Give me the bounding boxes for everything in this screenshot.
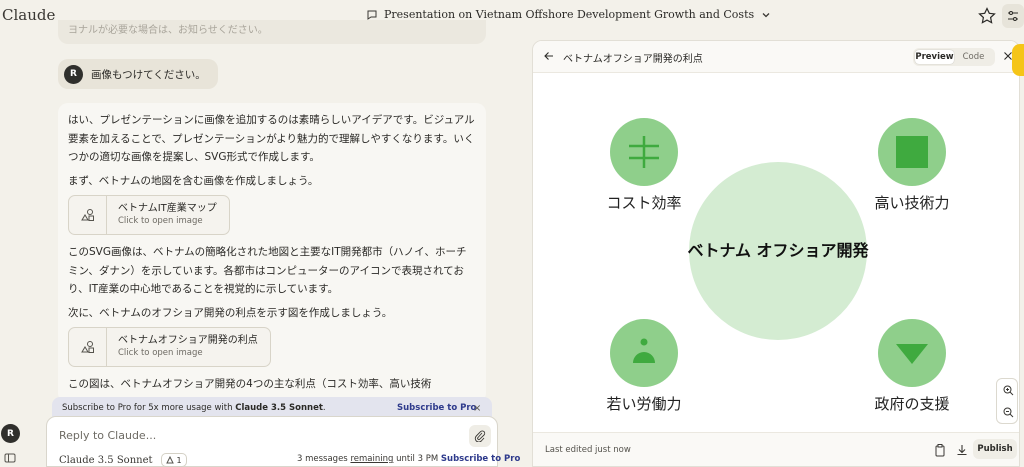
style-count-badge[interactable]: 1 — [160, 453, 187, 467]
upgrade-text: Subscribe to Pro for 5x more usage with … — [62, 403, 326, 413]
settings-button[interactable] — [1002, 4, 1024, 28]
tab-preview[interactable]: Preview — [915, 50, 954, 64]
remaining-suffix: until 3 PM — [393, 454, 439, 464]
triangle-icon — [165, 456, 174, 464]
star-icon[interactable] — [977, 6, 997, 26]
arrow-left-icon[interactable] — [543, 50, 555, 62]
publish-button[interactable]: Publish — [973, 439, 1017, 459]
assistant-message: はい、プレゼンテーションに画像を追加するのは素晴らしいアイデアです。ビジュアル要… — [58, 103, 486, 403]
artifact-card-map[interactable]: ベトナムIT産業マップ Click to open image — [68, 195, 230, 235]
upgrade-text-prefix: Subscribe to Pro for 5x more usage with — [62, 403, 236, 413]
sliders-icon — [1008, 11, 1018, 21]
user-avatar: R — [64, 64, 83, 84]
square-icon — [896, 136, 928, 168]
usage-remaining: 3 messages remaining until 3 PM Subscrib… — [297, 454, 520, 464]
upgrade-model-name: Claude 3.5 Sonnet — [235, 403, 323, 413]
artifact-subtitle: Click to open image — [118, 216, 203, 226]
clipboard-icon[interactable] — [933, 443, 947, 457]
account-avatar[interactable]: R — [1, 424, 20, 443]
subscribe-pro-link[interactable]: Subscribe to Pro — [441, 454, 520, 464]
model-selector[interactable]: Claude 3.5 Sonnet 1 — [59, 453, 187, 467]
attach-button[interactable] — [469, 425, 491, 447]
upgrade-text-suffix: . — [322, 403, 326, 413]
benefit-label-tech: 高い技術力 — [874, 194, 949, 212]
assistant-paragraph: まず、ベトナムの地図を含む画像を作成しましょう。 — [68, 174, 319, 187]
model-name: Claude 3.5 Sonnet — [59, 454, 153, 466]
remaining-link[interactable]: remaining — [350, 454, 393, 464]
assistant-paragraph: 次に、ベトナムのオフショア開発の利点を示す図を作成しましょう。 — [68, 306, 393, 319]
artifact-diagram: ベトナム オフショア開発 コスト効率 高い技術力 若い労働力 政府の支援 — [606, 118, 950, 413]
zoom-out-button[interactable] — [997, 401, 1019, 423]
shapes-icon — [69, 196, 107, 234]
artifact-panel: ベトナムオフショア開発の利点 Preview Code ベトナム オフショア開発… — [532, 40, 1020, 467]
edge-widget[interactable] — [1012, 44, 1024, 76]
user-message-text: 画像もつけてください。 — [91, 68, 206, 81]
download-icon[interactable] — [955, 443, 969, 457]
sidebar-toggle-icon[interactable] — [4, 452, 16, 464]
view-toggle: Preview Code — [913, 48, 995, 66]
assistant-paragraph: はい、プレゼンテーションに画像を追加するのは素晴らしいアイデアです。ビジュアル要… — [68, 114, 475, 163]
tab-code[interactable]: Code — [954, 50, 993, 64]
subscribe-link[interactable]: Subscribe to Pro — [397, 403, 476, 413]
artifact-header: ベトナムオフショア開発の利点 Preview Code — [533, 41, 1019, 73]
count-value: 1 — [176, 455, 182, 465]
chat-column: ヨナルが必要な場合は、お知らせください。 R 画像もつけてください。 はい、プレ… — [0, 0, 520, 467]
close-banner-button[interactable]: × — [473, 403, 481, 414]
message-composer: Reply to Claude... Claude 3.5 Sonnet 1 3… — [46, 416, 520, 467]
center-label: ベトナム オフショア開発 — [687, 241, 869, 260]
chevron-down-icon — [762, 12, 770, 17]
artifact-title: ベトナムオフショア開発の利点 — [118, 335, 258, 346]
artifact-subtitle: Click to open image — [118, 348, 203, 358]
zoom-controls — [996, 378, 1018, 424]
previous-message: ヨナルが必要な場合は、お知らせください。 — [58, 20, 486, 44]
zoom-in-button[interactable] — [997, 379, 1019, 401]
user-message: R 画像もつけてください。 — [58, 59, 218, 89]
remaining-prefix: 3 messages — [297, 454, 351, 464]
assistant-paragraph: この図は、ベトナムオフショア開発の4つの主な利点（コスト効率、高い技術 — [68, 378, 432, 390]
benefit-label-cost: コスト効率 — [606, 194, 681, 212]
benefit-label-workforce: 若い労働力 — [606, 395, 681, 413]
artifact-footer: Last edited just now Publish — [533, 432, 1019, 466]
zoom-in-icon — [1003, 385, 1013, 395]
benefit-label-government: 政府の支援 — [874, 395, 949, 413]
shapes-icon — [69, 328, 107, 366]
paperclip-icon — [474, 430, 486, 442]
artifact-title: ベトナムオフショア開発の利点 — [563, 54, 703, 65]
artifact-title: ベトナムIT産業マップ — [118, 203, 217, 214]
last-edited-text: Last edited just now — [545, 445, 631, 455]
assistant-paragraph: このSVG画像は、ベトナムの簡略化された地図と主要なIT開発都市（ハノイ、ホーチ… — [68, 246, 467, 295]
reply-input[interactable]: Reply to Claude... — [59, 429, 156, 442]
zoom-out-icon — [1003, 407, 1013, 417]
artifact-card-benefits[interactable]: ベトナムオフショア開発の利点 Click to open image — [68, 327, 271, 367]
